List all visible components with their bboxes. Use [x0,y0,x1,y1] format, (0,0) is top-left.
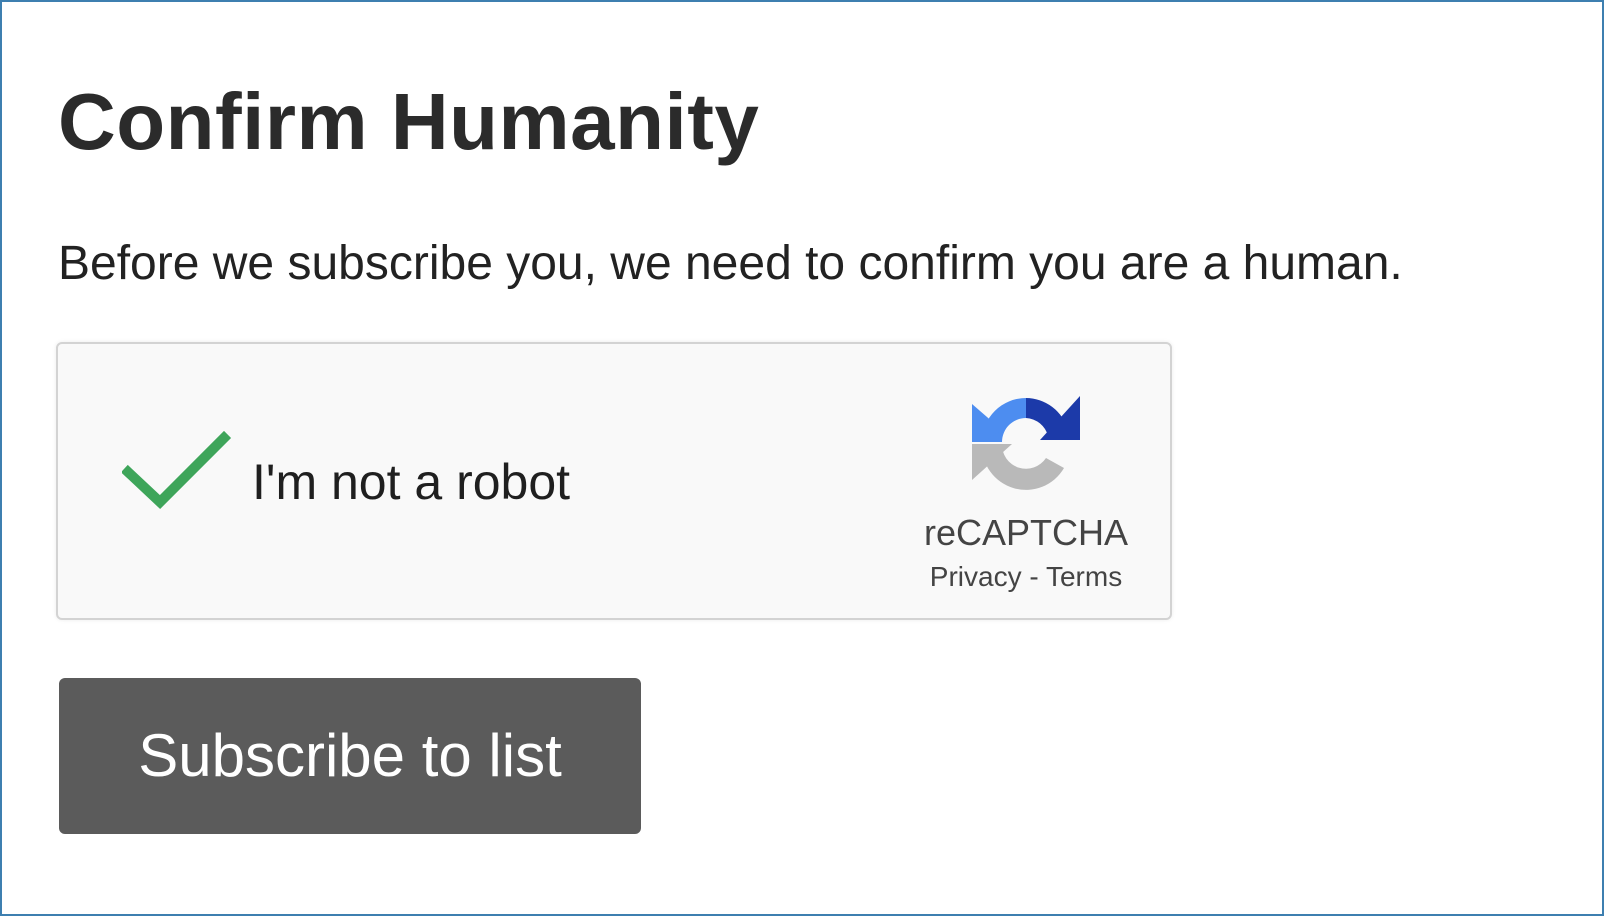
checkmark-icon[interactable] [122,430,232,514]
page-title: Confirm Humanity [58,77,760,166]
recaptcha-widget: I'm not a robot reCAPTCHA Privacy - Term… [56,342,1172,620]
subscribe-button[interactable]: Subscribe to list [59,678,641,834]
not-a-robot-label[interactable]: I'm not a robot [252,452,570,512]
privacy-link[interactable]: Privacy [930,561,1022,592]
recaptcha-links: Privacy - Terms [908,560,1144,594]
page-frame: Confirm Humanity Before we subscribe you… [0,0,1604,916]
links-separator: - [1021,561,1046,592]
recaptcha-logo-icon [972,396,1080,490]
terms-link[interactable]: Terms [1046,561,1122,592]
recaptcha-brand-name: reCAPTCHA [923,512,1129,553]
intro-text: Before we subscribe you, we need to conf… [58,237,1403,290]
recaptcha-branding: reCAPTCHA Privacy - Terms [908,384,1144,604]
